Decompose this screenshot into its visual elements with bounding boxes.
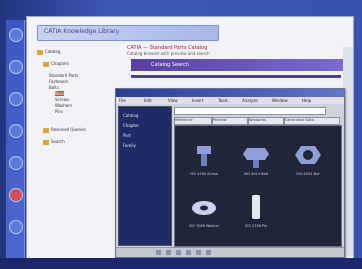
menu-view[interactable]: View — [168, 98, 178, 103]
catalog-browser-dialog: File Edit View Insert Tools Analyze Wind… — [115, 88, 345, 258]
menu-help[interactable]: Help — [302, 98, 311, 103]
tree-item[interactable]: Fasteners — [49, 79, 68, 84]
status-button[interactable] — [156, 250, 161, 255]
folder-icon — [37, 49, 43, 55]
dialog-tabs: Reference Preview Keywords Generative Da… — [174, 117, 340, 125]
tree-item[interactable]: Washers — [55, 103, 72, 108]
part-thumbnail[interactable]: ISO 7089 Washer — [189, 192, 219, 228]
part-thumbnail[interactable]: ISO 2338 Pin — [241, 192, 271, 228]
left-toolbar — [6, 20, 25, 258]
status-button[interactable] — [166, 250, 171, 255]
part-label: ISO 2338 Pin — [244, 224, 268, 228]
dialog-status-bar — [116, 247, 344, 257]
part-label: ISO 4762 Screw — [190, 172, 218, 176]
taskbar — [0, 258, 362, 269]
pin-icon — [252, 195, 260, 219]
tree-item[interactable]: Search — [43, 139, 65, 145]
menu-window[interactable]: Window — [272, 98, 288, 103]
menu-edit[interactable]: Edit — [144, 98, 152, 103]
toolbar-button-1[interactable] — [9, 28, 23, 42]
washer-icon — [192, 201, 216, 215]
toolbar-button-4[interactable] — [9, 124, 23, 138]
app-title: CATIA Knowledge Library — [44, 28, 120, 35]
search-banner-label: Catalog Search — [151, 62, 189, 68]
tree-item-selected[interactable]: Nuts — [55, 91, 65, 96]
tree-item[interactable]: Resolved Queries — [43, 127, 86, 133]
menu-file[interactable]: File — [119, 98, 126, 103]
part-label: ISO 4014 Bolt — [243, 172, 269, 176]
desktop-background: CATIA Knowledge Library Catalog Chapters… — [0, 0, 362, 269]
tab-keywords[interactable]: Keywords — [248, 117, 284, 125]
part-label: ISO 4032 Nut — [296, 172, 320, 176]
status-button[interactable] — [176, 250, 181, 255]
divider — [131, 75, 341, 78]
folder-icon — [43, 127, 49, 133]
dialog-tree-panel: Catalog Chapter Part Family — [118, 106, 172, 246]
tab-reference[interactable]: Reference — [174, 117, 212, 125]
tree-item[interactable]: Pins — [55, 109, 63, 114]
status-button[interactable] — [186, 250, 191, 255]
page-subheading: Catalog browser with preview and search — [127, 51, 210, 56]
menu-insert[interactable]: Insert — [192, 98, 203, 103]
status-button[interactable] — [206, 250, 211, 255]
tree-item[interactable]: Standard Parts — [49, 73, 78, 78]
dialog-title-bar — [116, 89, 344, 97]
nut-icon — [295, 146, 321, 164]
screw-icon — [197, 146, 211, 166]
tree-item[interactable]: Catalog — [37, 49, 60, 55]
tab-preview[interactable]: Preview — [212, 117, 248, 125]
tree-item[interactable]: Bolts — [49, 85, 59, 90]
preview-pane: ISO 4762 Screw ISO 4014 Bolt ISO 4032 Nu… — [174, 125, 342, 247]
part-label: ISO 7089 Washer — [188, 224, 220, 228]
menu-tools[interactable]: Tools — [218, 98, 228, 103]
tree-item[interactable]: Chapters — [43, 61, 69, 67]
dialog-tree-item[interactable]: Family — [123, 143, 136, 148]
part-thumbnail[interactable]: ISO 4032 Nut — [293, 140, 323, 176]
dialog-tree-item[interactable]: Part — [123, 133, 131, 138]
toolbar-button-2[interactable] — [9, 60, 23, 74]
search-banner: Catalog Search — [131, 59, 343, 71]
bolt-icon — [243, 148, 269, 168]
status-button[interactable] — [196, 250, 201, 255]
path-field[interactable] — [174, 107, 326, 115]
dialog-menu-bar: File Edit View Insert Tools Analyze Wind… — [116, 97, 344, 104]
part-thumbnail[interactable]: ISO 4014 Bolt — [241, 140, 271, 176]
part-thumbnail[interactable]: ISO 4762 Screw — [189, 140, 219, 176]
toolbar-button-3[interactable] — [9, 92, 23, 106]
folder-icon — [43, 61, 49, 67]
menu-analyze[interactable]: Analyze — [242, 98, 258, 103]
folder-icon — [43, 139, 49, 145]
title-bar: CATIA Knowledge Library — [37, 25, 219, 41]
toolbar-button-7[interactable] — [9, 220, 23, 234]
catalog-tree: Catalog Chapters Standard Parts Fastener… — [35, 47, 123, 237]
dialog-tree-item[interactable]: Catalog — [123, 113, 138, 118]
dialog-tree-item[interactable]: Chapter — [123, 123, 139, 128]
tab-generative-data[interactable]: Generative Data — [284, 117, 340, 125]
toolbar-button-5[interactable] — [9, 156, 23, 170]
toolbar-button-active[interactable] — [9, 188, 23, 202]
tree-item[interactable]: Screws — [55, 97, 69, 102]
